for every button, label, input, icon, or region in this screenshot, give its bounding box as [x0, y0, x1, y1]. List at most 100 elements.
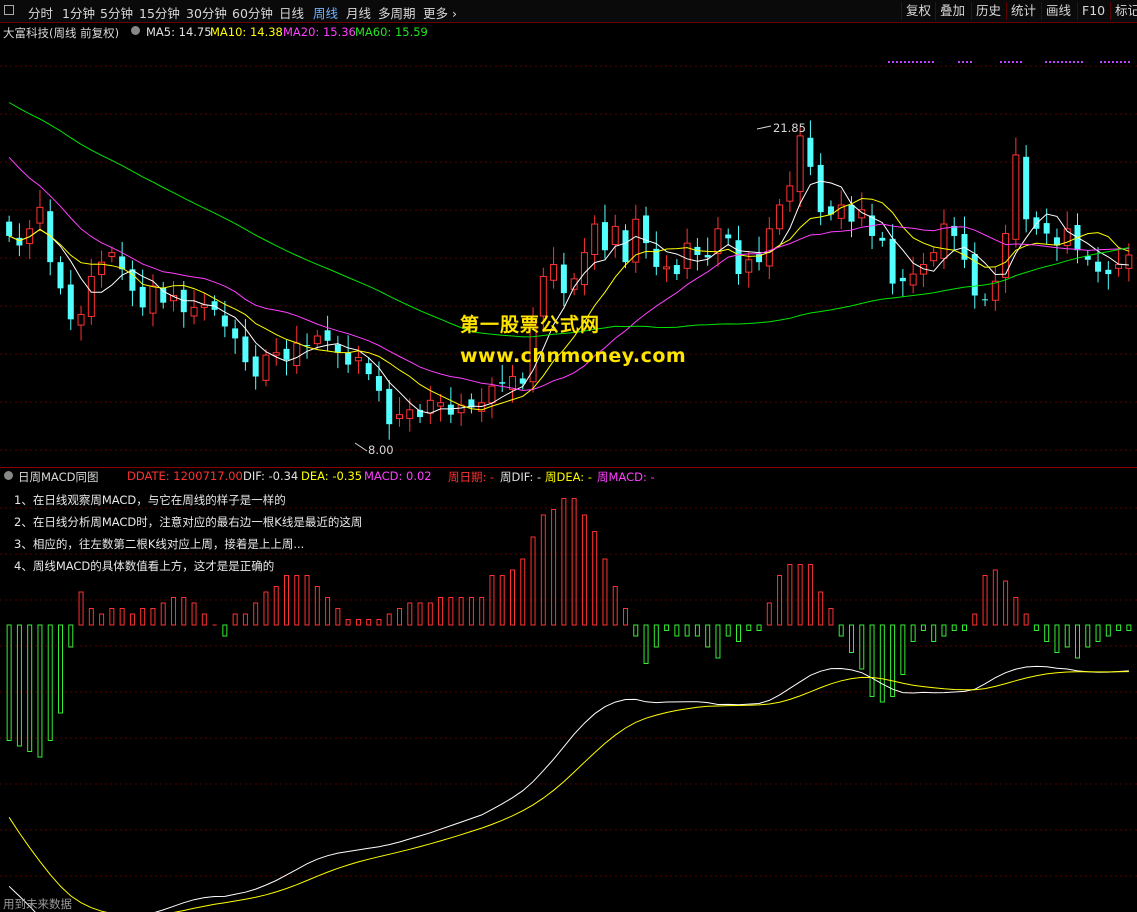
- candle: [714, 217, 722, 267]
- candle: [611, 214, 619, 258]
- candle: [365, 357, 372, 381]
- candle: [1012, 137, 1020, 248]
- macd-bar: [181, 597, 187, 626]
- macd-bar: [58, 624, 63, 714]
- candle: [858, 192, 866, 227]
- macd-bar: [633, 624, 639, 637]
- macd-bar: [1095, 624, 1101, 642]
- macd-bar: [68, 624, 74, 648]
- tab-period-2[interactable]: 5分钟: [100, 3, 133, 22]
- candle-body: [6, 221, 13, 236]
- candle: [417, 403, 424, 423]
- candle: [200, 293, 208, 321]
- macd-bar: [129, 613, 135, 626]
- macd-bar: [807, 564, 813, 626]
- candle-body: [77, 314, 85, 326]
- tab-period-4[interactable]: 30分钟: [186, 3, 227, 22]
- price-chart[interactable]: 大富科技(周线 前复权) MA5: 14.75 MA10: 14.38 MA20…: [0, 22, 1137, 468]
- tab-period-6[interactable]: 日线: [279, 3, 304, 22]
- tab-period-3[interactable]: 15分钟: [139, 3, 180, 22]
- settings-circle-icon[interactable]: [131, 26, 140, 35]
- candle-body: [149, 285, 157, 314]
- macd-bar: [1105, 624, 1111, 637]
- candle: [468, 393, 475, 414]
- tab-period-5[interactable]: 60分钟: [232, 3, 273, 22]
- note-line: 1、在日线观察周MACD，与它在周线的样子是一样的: [14, 493, 286, 507]
- candle: [447, 387, 454, 423]
- tab-period-10[interactable]: 更多 ›: [423, 3, 457, 22]
- candle: [232, 319, 239, 354]
- toolbar-button-2[interactable]: 历史: [971, 2, 1005, 20]
- ma10-line: [8, 197, 1130, 411]
- macd-bar: [797, 564, 803, 626]
- candle: [509, 364, 516, 403]
- macd-bar: [920, 624, 926, 631]
- candle: [694, 238, 701, 271]
- candle: [930, 246, 938, 267]
- candle-body: [108, 252, 116, 257]
- tab-period-9[interactable]: 多周期: [378, 3, 416, 22]
- candle: [643, 206, 650, 259]
- macd-bar: [879, 624, 885, 703]
- macd-bar: [1116, 624, 1122, 631]
- macd-bar: [592, 531, 598, 626]
- candle-body: [683, 242, 691, 269]
- macd-bar: [355, 619, 361, 626]
- watermark-url: www.chnmoney.com: [460, 345, 687, 367]
- tab-period-1[interactable]: 1分钟: [62, 3, 95, 22]
- macd-bar: [561, 498, 567, 626]
- candle-body: [87, 275, 95, 317]
- candle-body: [190, 306, 198, 317]
- toolbar-button-1[interactable]: 叠加: [935, 2, 969, 20]
- toolbar-button-0[interactable]: 复权: [901, 2, 935, 20]
- toolbar-button-3[interactable]: 统计: [1006, 2, 1040, 20]
- candle: [786, 171, 794, 212]
- macd-bar: [376, 619, 382, 626]
- candle-body: [776, 204, 784, 230]
- candle: [293, 325, 301, 374]
- toolbar-button-6[interactable]: 标记: [1110, 2, 1137, 20]
- macd-bar: [37, 624, 43, 758]
- candle: [283, 340, 290, 376]
- macd-bar: [448, 597, 454, 626]
- tab-period-0[interactable]: 分时: [28, 3, 53, 22]
- stock-title: 大富科技(周线 前复权): [3, 26, 120, 40]
- toolbar-button-5[interactable]: F10: [1077, 2, 1109, 20]
- menu-icon[interactable]: [4, 5, 14, 15]
- candle: [550, 247, 558, 289]
- watermark-title: 第一股票公式网: [460, 314, 601, 336]
- candle-body: [622, 230, 629, 263]
- macd-bar: [725, 624, 731, 637]
- candle-body: [221, 315, 228, 327]
- macd-bar: [602, 558, 608, 626]
- candle-body: [272, 352, 280, 356]
- macd-bar: [766, 602, 772, 626]
- macd-chart[interactable]: 日周MACD同图 DDATE: 1200717.00 DIF: -0.34 DE…: [0, 468, 1137, 912]
- macd-bar: [859, 624, 865, 670]
- toolbar-button-4[interactable]: 画线: [1041, 2, 1075, 20]
- macd-bar: [253, 602, 259, 626]
- candle-body: [488, 385, 496, 404]
- candle: [77, 305, 85, 341]
- tab-period-8[interactable]: 月线: [346, 3, 371, 22]
- macd-bar: [27, 624, 33, 752]
- macd-bar: [653, 624, 659, 648]
- dea-value: DEA: -0.35: [301, 469, 363, 483]
- candle: [632, 204, 640, 273]
- candle-body: [345, 352, 352, 365]
- macd-bar: [1044, 624, 1050, 642]
- candle: [951, 217, 958, 252]
- candle: [149, 274, 157, 327]
- tab-period-7[interactable]: 周线: [313, 3, 338, 22]
- candle: [26, 219, 34, 260]
- candle: [1084, 250, 1091, 266]
- signal-dots: [958, 61, 972, 65]
- candle-body: [879, 237, 886, 241]
- macd-bar: [242, 613, 248, 626]
- macd-bar: [787, 564, 793, 626]
- indicator-settings-icon[interactable]: [4, 471, 13, 480]
- candle-body: [1095, 261, 1102, 272]
- signal-dots: [1100, 61, 1130, 65]
- macd-bar: [201, 613, 207, 626]
- candle-body: [47, 211, 54, 263]
